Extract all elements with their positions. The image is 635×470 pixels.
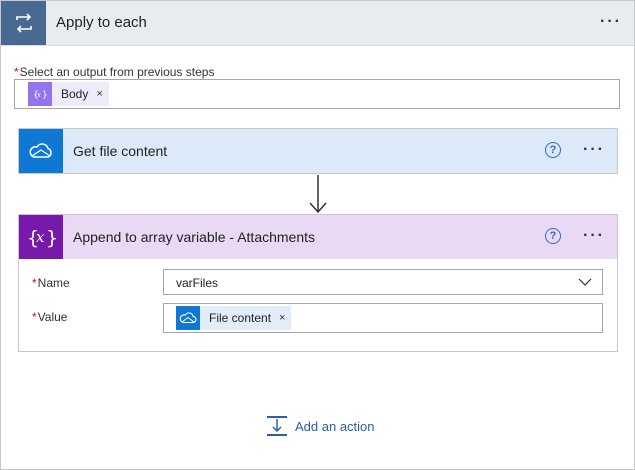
add-action-icon: [267, 416, 287, 436]
file-content-token[interactable]: File content ×: [176, 306, 292, 330]
append-to-array-card: { x } Append to array variable - Attachm…: [18, 214, 618, 352]
body-token[interactable]: { x } Body ×: [28, 82, 109, 106]
get-file-content-card[interactable]: Get file content ? ···: [18, 128, 618, 174]
connector-arrow-icon: [309, 175, 327, 214]
step1-more-options-button[interactable]: ···: [583, 141, 605, 159]
help-icon[interactable]: ?: [545, 228, 561, 244]
svg-text:}: }: [46, 227, 56, 249]
add-an-action-label: Add an action: [295, 418, 375, 434]
step2-more-options-button[interactable]: ···: [583, 227, 605, 245]
loop-more-options-button[interactable]: ···: [600, 13, 622, 31]
onedrive-cloud-icon: [19, 129, 63, 173]
apply-to-each-title: Apply to each: [56, 14, 147, 31]
file-content-token-label: File content: [209, 311, 272, 325]
body-token-remove-button[interactable]: ×: [96, 88, 102, 100]
name-dropdown-value: varFiles: [176, 276, 219, 290]
svg-text:x: x: [36, 228, 45, 246]
output-field-label: *Select an output from previous steps: [14, 65, 215, 79]
file-content-token-remove-button[interactable]: ×: [279, 312, 285, 324]
loop-icon: [1, 1, 46, 45]
output-input[interactable]: { x } Body ×: [14, 79, 620, 109]
name-field-label: *Name: [32, 276, 70, 290]
chevron-down-icon: [578, 278, 592, 286]
name-dropdown[interactable]: varFiles: [163, 269, 603, 295]
value-field-label: *Value: [32, 310, 68, 324]
append-to-array-header[interactable]: { x } Append to array variable - Attachm…: [19, 215, 617, 259]
help-icon[interactable]: ?: [545, 142, 561, 158]
expression-icon: { x }: [28, 82, 52, 106]
add-an-action-button[interactable]: Add an action: [267, 415, 375, 437]
variable-icon: { x }: [19, 215, 63, 259]
apply-to-each-container: Apply to each ··· *Select an output from…: [0, 0, 635, 470]
value-input[interactable]: File content ×: [163, 303, 603, 333]
get-file-content-header[interactable]: Get file content ? ···: [19, 129, 617, 173]
svg-text:}: }: [42, 91, 48, 101]
svg-text:x: x: [37, 91, 41, 99]
append-to-array-title: Append to array variable - Attachments: [73, 229, 316, 245]
body-token-label: Body: [61, 87, 89, 101]
onedrive-cloud-icon: [176, 306, 200, 330]
get-file-content-title: Get file content: [73, 143, 168, 159]
apply-to-each-header[interactable]: Apply to each ···: [1, 1, 634, 46]
